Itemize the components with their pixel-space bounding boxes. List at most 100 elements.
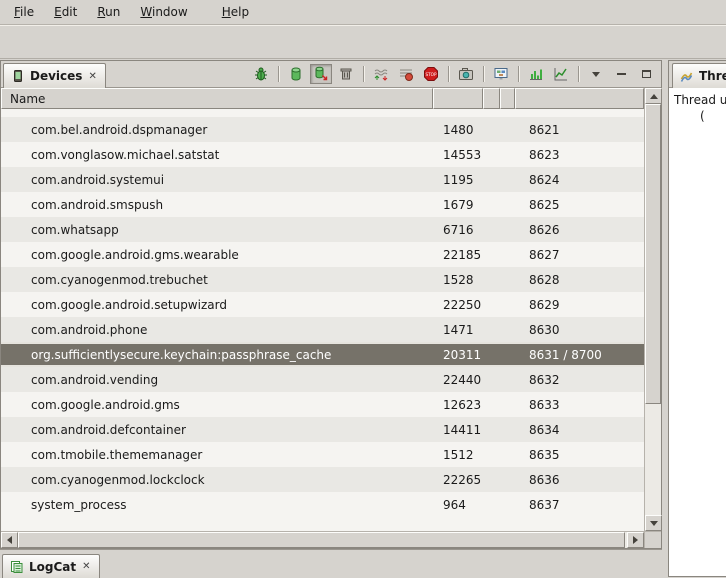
process-port: 8634 [515, 423, 644, 437]
toolbar-separator [483, 66, 484, 82]
menu-help[interactable]: Help [212, 2, 259, 22]
process-port: 8633 [515, 398, 644, 412]
horizontal-scroll-thumb[interactable] [18, 532, 625, 548]
table-row[interactable]: org.sufficientlysecure.keychain:passphra… [1, 342, 644, 367]
device-icon [11, 69, 25, 83]
process-port: 8631 / 8700 [515, 348, 644, 362]
table-row[interactable]: com.google.android.setupwizard222508629 [1, 292, 644, 317]
left-column: Devices ✕ [0, 60, 662, 577]
column-header-name[interactable]: Name [1, 88, 433, 109]
process-name: com.android.smspush [1, 198, 433, 212]
horizontal-scrollbar[interactable] [1, 531, 661, 548]
toolbar-separator [578, 66, 579, 82]
scroll-left-button[interactable] [1, 532, 18, 548]
minimize-icon[interactable] [610, 64, 632, 84]
process-name: com.tmobile.thememanager [1, 448, 433, 462]
tab-devices-close-icon[interactable]: ✕ [87, 71, 97, 82]
process-pid: 12623 [433, 398, 483, 412]
tab-logcat-close-icon[interactable]: ✕ [81, 561, 91, 572]
process-port: 8625 [515, 198, 644, 212]
table-row[interactable]: com.android.vending224408632 [1, 367, 644, 392]
table-row[interactable]: com.android.systemui11958624 [1, 167, 644, 192]
process-port: 8629 [515, 298, 644, 312]
process-pid: 6716 [433, 223, 483, 237]
column-header-pid[interactable] [433, 88, 483, 109]
update-threads-icon[interactable] [370, 64, 392, 84]
scroll-right-button[interactable] [627, 532, 644, 548]
devices-toolbar: STOP [250, 64, 661, 87]
process-name: com.android.phone [1, 323, 433, 337]
process-name: com.cyanogenmod.lockclock [1, 473, 433, 487]
table-row[interactable]: com.google.android.gms126238633 [1, 392, 644, 417]
view-hierarchy-icon[interactable] [490, 64, 512, 84]
process-port: 8636 [515, 473, 644, 487]
table-row[interactable]: com.vonglasow.michael.satstat145538623 [1, 142, 644, 167]
tab-logcat[interactable]: LogCat ✕ [2, 554, 100, 578]
table-row[interactable]: system_process9648637 [1, 492, 644, 517]
device-table-rows: com.bel.android.dspmanager14808621com.vo… [1, 117, 644, 517]
scroll-down-button[interactable] [645, 515, 662, 531]
screen-capture-icon[interactable] [455, 64, 477, 84]
toolbar-separator [448, 66, 449, 82]
toolbar-separator [363, 66, 364, 82]
process-port: 8632 [515, 373, 644, 387]
dump-hprof-icon[interactable] [310, 64, 332, 84]
vertical-scrollbar[interactable] [644, 88, 661, 531]
process-pid: 1480 [433, 123, 483, 137]
table-row[interactable]: com.bel.android.dspmanager14808621 [1, 117, 644, 142]
process-pid: 1471 [433, 323, 483, 337]
process-pid: 22440 [433, 373, 483, 387]
process-pid: 22250 [433, 298, 483, 312]
table-row[interactable]: com.android.smspush1679 8625 [1, 192, 644, 217]
process-port: 8626 [515, 223, 644, 237]
table-row[interactable]: com.whatsapp67168626 [1, 217, 644, 242]
table-row[interactable]: com.cyanogenmod.lockclock222658636 [1, 467, 644, 492]
process-name: com.bel.android.dspmanager [1, 123, 433, 137]
opengl-trace-icon[interactable] [550, 64, 572, 84]
vertical-scroll-thumb[interactable] [645, 104, 661, 404]
row-strip-top [1, 109, 644, 117]
table-row[interactable]: com.cyanogenmod.trebuchet15288628 [1, 267, 644, 292]
process-pid: 14411 [433, 423, 483, 437]
process-port: 8635 [515, 448, 644, 462]
column-header-spacer[interactable] [500, 88, 515, 109]
table-row[interactable]: com.tmobile.thememanager15128635 [1, 442, 644, 467]
process-pid: 20311 [433, 348, 483, 362]
maximize-icon[interactable] [635, 64, 657, 84]
menu-window[interactable]: Window [130, 2, 197, 22]
process-port: 8623 [515, 148, 644, 162]
start-method-profiling-icon[interactable] [395, 64, 417, 84]
process-pid: 1679 [433, 198, 483, 212]
tab-logcat-label: LogCat [29, 560, 76, 574]
scroll-up-button[interactable] [645, 88, 662, 104]
tab-devices[interactable]: Devices ✕ [3, 63, 106, 88]
stop-process-icon[interactable]: STOP [420, 64, 442, 84]
horizontal-scroll-track[interactable] [18, 532, 627, 548]
process-port: 8637 [515, 498, 644, 512]
table-row[interactable]: com.android.phone14718630 [1, 317, 644, 342]
menu-file[interactable]: File [4, 2, 44, 22]
view-menu-chevron-icon[interactable] [585, 64, 607, 84]
process-name: com.cyanogenmod.trebuchet [1, 273, 433, 287]
devices-tabbar: Devices ✕ [1, 61, 661, 88]
cause-gc-icon[interactable] [335, 64, 357, 84]
menu-edit[interactable]: Edit [44, 2, 87, 22]
debug-icon[interactable] [250, 64, 272, 84]
logcat-bar: LogCat ✕ [0, 549, 662, 577]
capture-systrace-icon[interactable] [525, 64, 547, 84]
vertical-scroll-track[interactable] [645, 104, 661, 515]
column-header-port[interactable] [515, 88, 644, 109]
column-header-spacer[interactable] [483, 88, 500, 109]
toolbar-separator [518, 66, 519, 82]
tab-threads[interactable]: Threads ✕ [672, 63, 726, 88]
process-port: 8628 [515, 273, 644, 287]
menu-run[interactable]: Run [87, 2, 130, 22]
menu-bar: File Edit Run Window Help [0, 0, 726, 25]
update-heap-icon[interactable] [285, 64, 307, 84]
threads-panel: Threads ✕ Thread up ( [668, 60, 726, 577]
process-name: system_process [1, 498, 433, 512]
process-name: org.sufficientlysecure.keychain:passphra… [1, 348, 433, 362]
process-pid: 1195 [433, 173, 483, 187]
table-row[interactable]: com.android.defcontainer144118634 [1, 417, 644, 442]
table-row[interactable]: com.google.android.gms.wearable221858627 [1, 242, 644, 267]
